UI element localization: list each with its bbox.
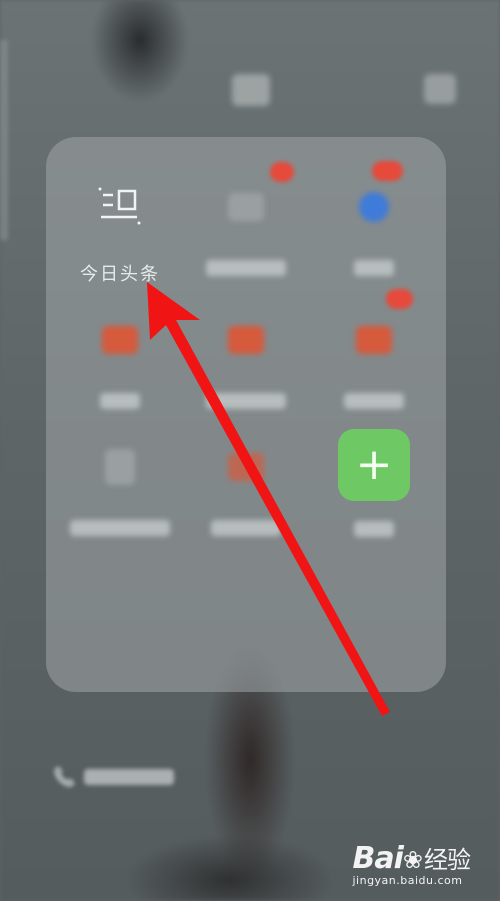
red-arrow-annotation (147, 282, 390, 716)
brand-left: Bai (352, 841, 403, 876)
brand-right: 经验 (424, 846, 471, 874)
baidu-jingyan-watermark: Bai❀经验 jingyan.baidu.com (352, 840, 471, 887)
watermark-url: jingyan.baidu.com (352, 874, 463, 887)
paw-icon: ❀ (402, 845, 423, 874)
